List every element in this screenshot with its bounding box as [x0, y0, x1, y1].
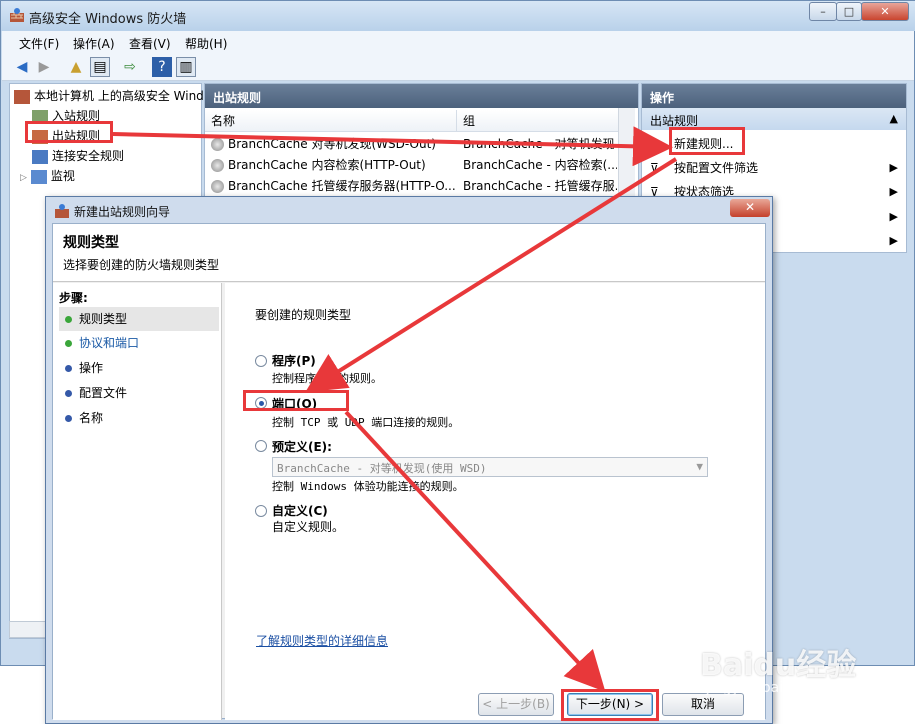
wizard-title: 新建出站规则向导 [74, 205, 171, 219]
filter-by-profile-action[interactable]: ⊽ 按配置文件筛选 ▶ [642, 156, 906, 180]
radio-custom[interactable] [255, 505, 267, 517]
title-bar: 高级安全 Windows 防火墙 – □ ✕ [1, 1, 915, 31]
collapse-icon[interactable]: ▲ [890, 112, 898, 125]
wizard-close-button[interactable]: ✕ [730, 199, 770, 217]
rule-status-icon [211, 159, 224, 172]
filter-icon: ⊽ [650, 161, 659, 175]
back-button[interactable]: < 上一步(B) [478, 693, 554, 716]
step-done-icon [65, 316, 72, 323]
table-row[interactable]: BranchCache 对等机发现(WSD-Out) [211, 134, 457, 154]
column-header-group[interactable]: 组 [457, 110, 619, 132]
export-icon[interactable]: ⇨ [120, 57, 140, 77]
option-program-desc: 控制程序连接的规则。 [272, 372, 382, 385]
rules-panel-header: 出站规则 [205, 84, 638, 108]
radio-predefined[interactable] [255, 440, 267, 452]
tree-root[interactable]: 本地计算机 上的高级安全 Wind [14, 86, 204, 106]
option-custom-label[interactable]: 自定义(C) [272, 502, 328, 519]
table-cell-group[interactable]: BranchCache - 托管缓存服... [463, 176, 617, 196]
maximize-button[interactable]: □ [836, 2, 862, 21]
menu-bar: 文件(F) 操作(A) 查看(V) 帮助(H) [2, 31, 914, 53]
cancel-button[interactable]: 取消 [662, 693, 744, 716]
connection-security-icon [32, 149, 48, 164]
learn-more-link[interactable]: 了解规则类型的详细信息 [256, 632, 388, 649]
menu-view[interactable]: 查看(V) [129, 35, 171, 52]
wizard-steps: 步骤: 规则类型 协议和端口 操作 配置文件 名称 [53, 283, 222, 720]
wizard-subheading: 选择要创建的防火墙规则类型 [63, 258, 220, 272]
monitor-icon [30, 169, 47, 184]
minimize-button[interactable]: – [809, 2, 837, 21]
show-tree-icon[interactable]: ▤ [90, 57, 110, 77]
table-row[interactable]: BranchCache 内容检索(HTTP-Out) [211, 155, 457, 175]
submenu-arrow-icon: ▶ [889, 161, 898, 174]
option-program-label[interactable]: 程序(P) [272, 352, 316, 369]
option-predefined-desc: 控制 Windows 体验功能连接的规则。 [272, 480, 464, 493]
firewall-app-icon [10, 8, 24, 22]
submenu-arrow-icon: ▶ [889, 234, 898, 247]
firewall-icon [14, 89, 30, 104]
annotation-box-outbound [25, 121, 113, 143]
step-current-icon [65, 340, 72, 347]
wizard-header: 规则类型 选择要创建的防火墙规则类型 [53, 224, 765, 282]
step-pending-icon [65, 390, 72, 397]
menu-help[interactable]: 帮助(H) [185, 35, 227, 52]
tree-item-connection-security[interactable]: 连接安全规则 [32, 146, 124, 166]
show-action-pane-icon[interactable]: ▥ [176, 57, 196, 77]
close-button[interactable]: ✕ [861, 2, 909, 21]
submenu-arrow-icon: ▶ [889, 210, 898, 223]
actions-panel-header: 操作 [642, 84, 906, 108]
menu-action[interactable]: 操作(A) [73, 35, 115, 52]
step-name: 名称 [59, 406, 219, 430]
step-protocol-ports: 协议和端口 [59, 331, 219, 355]
toolbar: ◀ ▶ ▲ ▤ ⇨ ? ▥ [2, 53, 914, 81]
rules-panel: 出站规则 名称 组 BranchCache 对等机发现(WSD-Out) Bra… [204, 83, 639, 203]
step-profile: 配置文件 [59, 381, 219, 405]
steps-label: 步骤: [59, 291, 88, 305]
expand-arrow-icon[interactable]: ▷ [20, 173, 27, 183]
tree-item-monitor[interactable]: ▷ 监视 [20, 166, 75, 186]
submenu-arrow-icon: ▶ [889, 185, 898, 198]
step-action: 操作 [59, 356, 219, 380]
help-icon[interactable]: ? [152, 57, 172, 77]
annotation-box-port [243, 390, 349, 411]
wizard-firewall-icon [55, 204, 69, 218]
rules-scrollbar[interactable] [618, 108, 635, 204]
chevron-down-icon: ▼ [696, 460, 703, 473]
up-folder-icon[interactable]: ▲ [66, 57, 86, 77]
table-row[interactable]: BranchCache 托管缓存服务器(HTTP-O... [211, 176, 457, 196]
baidu-watermark: Baidu经验 [700, 648, 857, 683]
annotation-box-next [561, 689, 659, 721]
step-pending-icon [65, 415, 72, 422]
forward-icon[interactable]: ▶ [34, 57, 54, 77]
column-header-name[interactable]: 名称 [205, 110, 457, 132]
option-custom-desc: 自定义规则。 [272, 520, 345, 534]
wizard-heading: 规则类型 [63, 235, 119, 251]
rule-status-icon [211, 138, 224, 151]
step-rule-type: 规则类型 [59, 307, 219, 331]
baidu-watermark-url: jingyan.baidu.com [706, 680, 836, 696]
radio-program[interactable] [255, 355, 267, 367]
menu-file[interactable]: 文件(F) [19, 35, 59, 52]
back-icon[interactable]: ◀ [12, 57, 32, 77]
annotation-box-new-rule [669, 127, 745, 155]
step-pending-icon [65, 365, 72, 372]
table-cell-group[interactable]: BranchCache - 内容检索(... [463, 155, 617, 175]
rule-status-icon [211, 180, 224, 193]
rule-type-prompt: 要创建的规则类型 [255, 308, 352, 322]
new-rule-icon: ✦ [650, 137, 661, 151]
table-cell-group[interactable]: BranchCache - 对等机发现 [463, 134, 617, 154]
predefined-select[interactable]: BranchCache - 对等机发现(使用 WSD) ▼ [272, 457, 708, 477]
window-title: 高级安全 Windows 防火墙 [29, 12, 187, 27]
option-port-desc: 控制 TCP 或 UDP 端口连接的规则。 [272, 416, 460, 429]
option-predefined-label[interactable]: 预定义(E): [272, 438, 332, 455]
